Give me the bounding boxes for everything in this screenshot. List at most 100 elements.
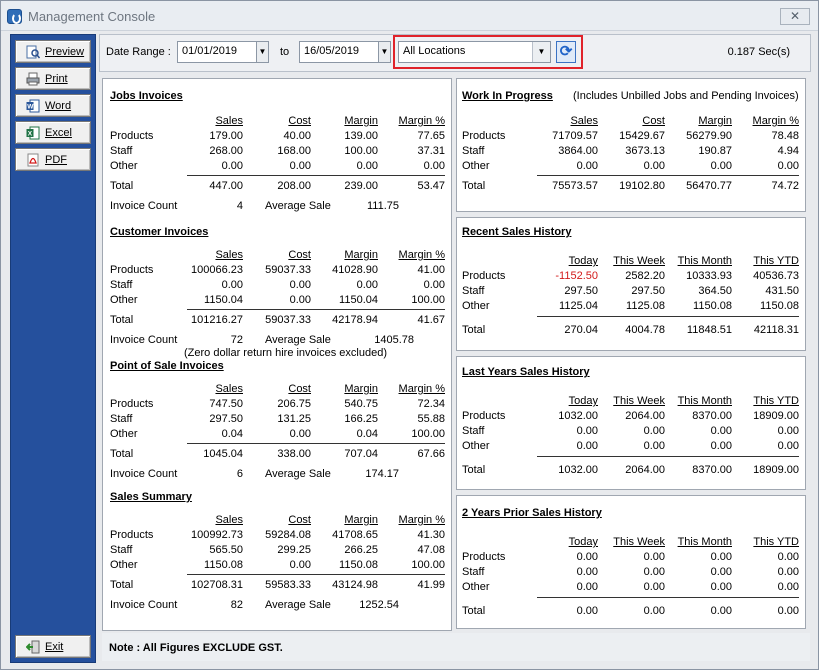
average-sale: 1252.54 [359, 599, 399, 611]
average-sale-label: Average Sale [265, 468, 331, 480]
from-date-dropdown[interactable]: ▼ [257, 41, 269, 63]
col-header: Cost [288, 514, 311, 526]
preview-button[interactable]: Preview [15, 40, 91, 63]
cell: 1125.04 [559, 300, 598, 312]
date-range-label: Date Range : [106, 46, 171, 58]
average-sale-label: Average Sale [265, 334, 331, 346]
cell: 18909.00 [753, 464, 799, 476]
col-header: Cost [288, 249, 311, 261]
cell: 139.00 [344, 130, 378, 142]
cell: 1125.08 [626, 300, 665, 312]
col-header: Cost [288, 383, 311, 395]
row-label: Products [110, 398, 154, 410]
management-console-window: Management Console ✕ Preview Print W Wor… [0, 0, 819, 670]
invoice-count-label: Invoice Count [110, 468, 178, 480]
cell: 56279.90 [686, 130, 732, 142]
col-header: This YTD [753, 536, 799, 548]
divider [537, 456, 799, 457]
cell: 0.00 [289, 160, 311, 172]
to-date-dropdown[interactable]: ▼ [379, 41, 391, 63]
invoice-count: 6 [236, 468, 243, 480]
cell: 0.00 [576, 551, 598, 563]
cell: 41708.65 [332, 529, 378, 541]
row-label: Products [462, 270, 506, 282]
row-label: Other [110, 428, 138, 440]
word-button[interactable]: W Word [15, 94, 91, 117]
cell: 364.50 [698, 285, 732, 297]
cell: 8370.00 [692, 410, 732, 422]
cell: 11848.51 [686, 324, 732, 336]
cell: 0.00 [643, 160, 665, 172]
cell: 100992.73 [191, 529, 243, 541]
cell: 0.00 [289, 428, 311, 440]
location-select[interactable]: All Locations ▼ [398, 41, 551, 63]
cell: 0.00 [643, 581, 665, 593]
print-label: Print [45, 73, 68, 85]
total-label: Total [110, 180, 134, 192]
cell: 53.47 [417, 180, 445, 192]
row-label: Other [110, 559, 138, 571]
cell: 0.00 [576, 440, 598, 452]
cell: 18909.00 [753, 410, 799, 422]
col-header: Margin % [398, 115, 445, 127]
cell: 42178.94 [332, 314, 378, 326]
divider [537, 597, 799, 598]
app-power-icon [7, 9, 22, 24]
excel-button[interactable]: X Excel [15, 121, 91, 144]
col-header: Margin % [752, 115, 799, 127]
cell: 59037.33 [265, 264, 311, 276]
col-header: Margin [344, 249, 378, 261]
cell: 41.67 [417, 314, 445, 326]
jobs-invoices-title: Jobs Invoices [110, 90, 183, 102]
refresh-button[interactable]: ⟳ [556, 41, 576, 63]
svg-text:W: W [27, 104, 34, 111]
col-header: Cost [288, 115, 311, 127]
cell: 1150.08 [204, 559, 243, 571]
col-header: This Week [613, 536, 665, 548]
cell: 565.50 [209, 544, 243, 556]
invoice-count-label: Invoice Count [110, 200, 178, 212]
cell: 0.00 [356, 279, 378, 291]
col-header: Today [568, 536, 598, 548]
cell: 0.00 [710, 160, 732, 172]
preview-icon [26, 45, 40, 59]
cell: 1150.08 [760, 300, 799, 312]
average-sale-label: Average Sale [265, 200, 331, 212]
cell: 0.00 [423, 160, 445, 172]
cell: 0.04 [356, 428, 378, 440]
col-header: Margin [698, 115, 732, 127]
cell: 74.72 [771, 180, 799, 192]
window-title: Management Console [28, 9, 156, 24]
cell: 0.00 [710, 425, 732, 437]
cell: 40.00 [283, 130, 311, 142]
filter-toolbar: Date Range : 01/01/2019 ▼ to 16/05/2019 … [99, 34, 811, 72]
cell: 0.00 [356, 160, 378, 172]
cell: 297.50 [631, 285, 665, 297]
sales-summary-title: Sales Summary [110, 491, 192, 503]
col-header: This Week [613, 255, 665, 267]
to-date-field[interactable]: 16/05/2019 [299, 41, 379, 63]
cell: 10333.93 [686, 270, 732, 282]
cell: 0.00 [576, 425, 598, 437]
invoice-count: 82 [230, 599, 243, 611]
cell: 2064.00 [625, 464, 665, 476]
total-label: Total [110, 448, 134, 460]
col-header: Sales [215, 383, 243, 395]
divider [187, 443, 445, 444]
pdf-icon [27, 153, 39, 167]
cell: 0.00 [643, 425, 665, 437]
from-date-field[interactable]: 01/01/2019 [177, 41, 257, 63]
location-dropdown-button[interactable]: ▼ [532, 42, 550, 62]
close-button[interactable]: ✕ [780, 8, 810, 25]
cell: 37.31 [417, 145, 445, 157]
exit-button[interactable]: Exit [15, 635, 91, 658]
pdf-button[interactable]: PDF [15, 148, 91, 171]
col-header: Sales [215, 514, 243, 526]
cell: 0.00 [289, 279, 311, 291]
print-button[interactable]: Print [15, 67, 91, 90]
col-header: Margin % [398, 383, 445, 395]
row-label: Other [462, 300, 490, 312]
cell: 0.00 [289, 559, 311, 571]
row-label: Products [110, 264, 154, 276]
row-label: Staff [110, 544, 133, 556]
